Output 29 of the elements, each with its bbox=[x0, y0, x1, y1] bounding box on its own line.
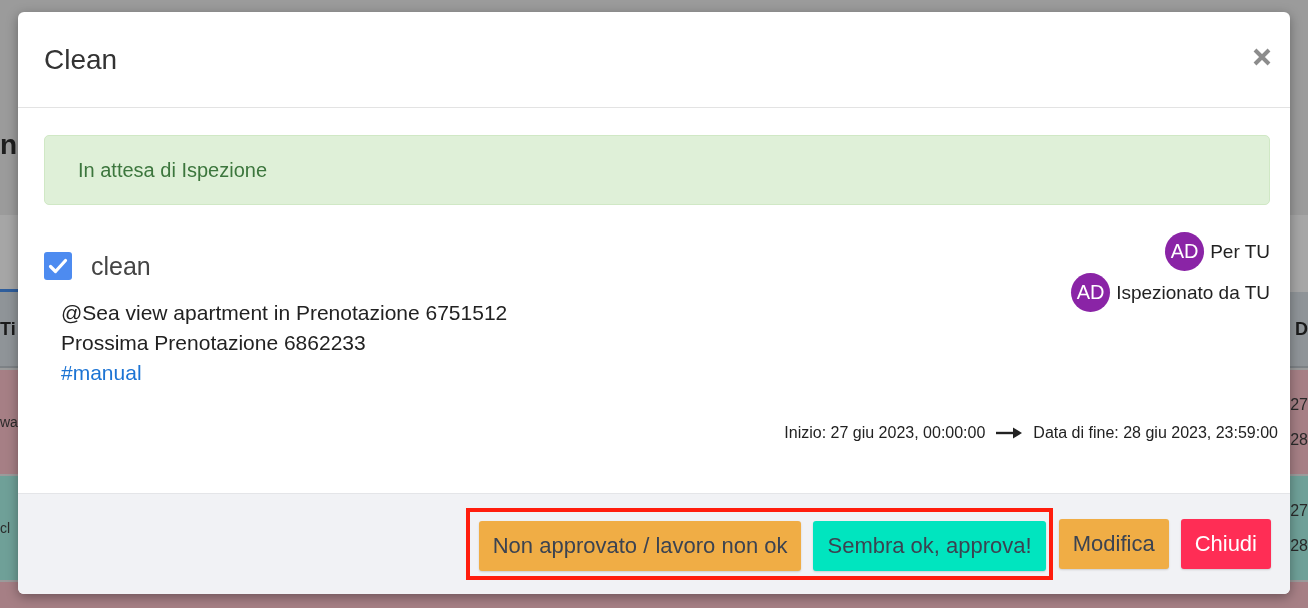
status-alert: In attesa di Ispezione bbox=[44, 135, 1270, 205]
table-cell-text: 27 bbox=[1290, 501, 1308, 521]
action-button[interactable]: Chiudi bbox=[1180, 519, 1271, 569]
close-icon bbox=[1253, 47, 1271, 66]
page-heading: n bbox=[0, 130, 18, 160]
column-header: Ti bbox=[0, 318, 16, 340]
avatar: AD bbox=[1071, 273, 1111, 312]
detail-line: @Sea view apartment in Prenotazione 6751512 bbox=[61, 300, 508, 326]
detail-line: Prossima Prenotazione 6862233 bbox=[61, 330, 367, 356]
assignee-label: Per TU bbox=[1210, 240, 1270, 263]
avatar: AD bbox=[1165, 232, 1205, 271]
table-cell: wa bbox=[0, 414, 18, 430]
start-date: Inizio: 27 giu 2023, 00:00:00 bbox=[784, 424, 986, 442]
end-date: Data di fine: 28 giu 2023, 23:59:00 bbox=[1033, 424, 1278, 442]
close-button[interactable] bbox=[1253, 47, 1271, 66]
checkbox[interactable] bbox=[44, 252, 72, 280]
action-button[interactable]: Non approvato / lavoro non ok bbox=[478, 521, 802, 571]
modal-title: Clean bbox=[44, 42, 118, 77]
table-cell-text: 28 bbox=[1290, 536, 1308, 556]
task-name: clean bbox=[91, 251, 151, 282]
tag-link[interactable]: #manual bbox=[61, 358, 142, 388]
action-button[interactable]: Modifica bbox=[1058, 519, 1169, 569]
column-header: D bbox=[1295, 318, 1308, 340]
table-cell-text: 28 bbox=[1290, 430, 1308, 450]
table-cell-text: 27 bbox=[1290, 395, 1308, 415]
action-button[interactable]: Sembra ok, approva! bbox=[813, 521, 1046, 571]
table-cell: cl bbox=[0, 520, 11, 536]
arrow-right-icon bbox=[996, 427, 1023, 439]
assignee-label: Ispezionato da TU bbox=[1116, 281, 1270, 304]
